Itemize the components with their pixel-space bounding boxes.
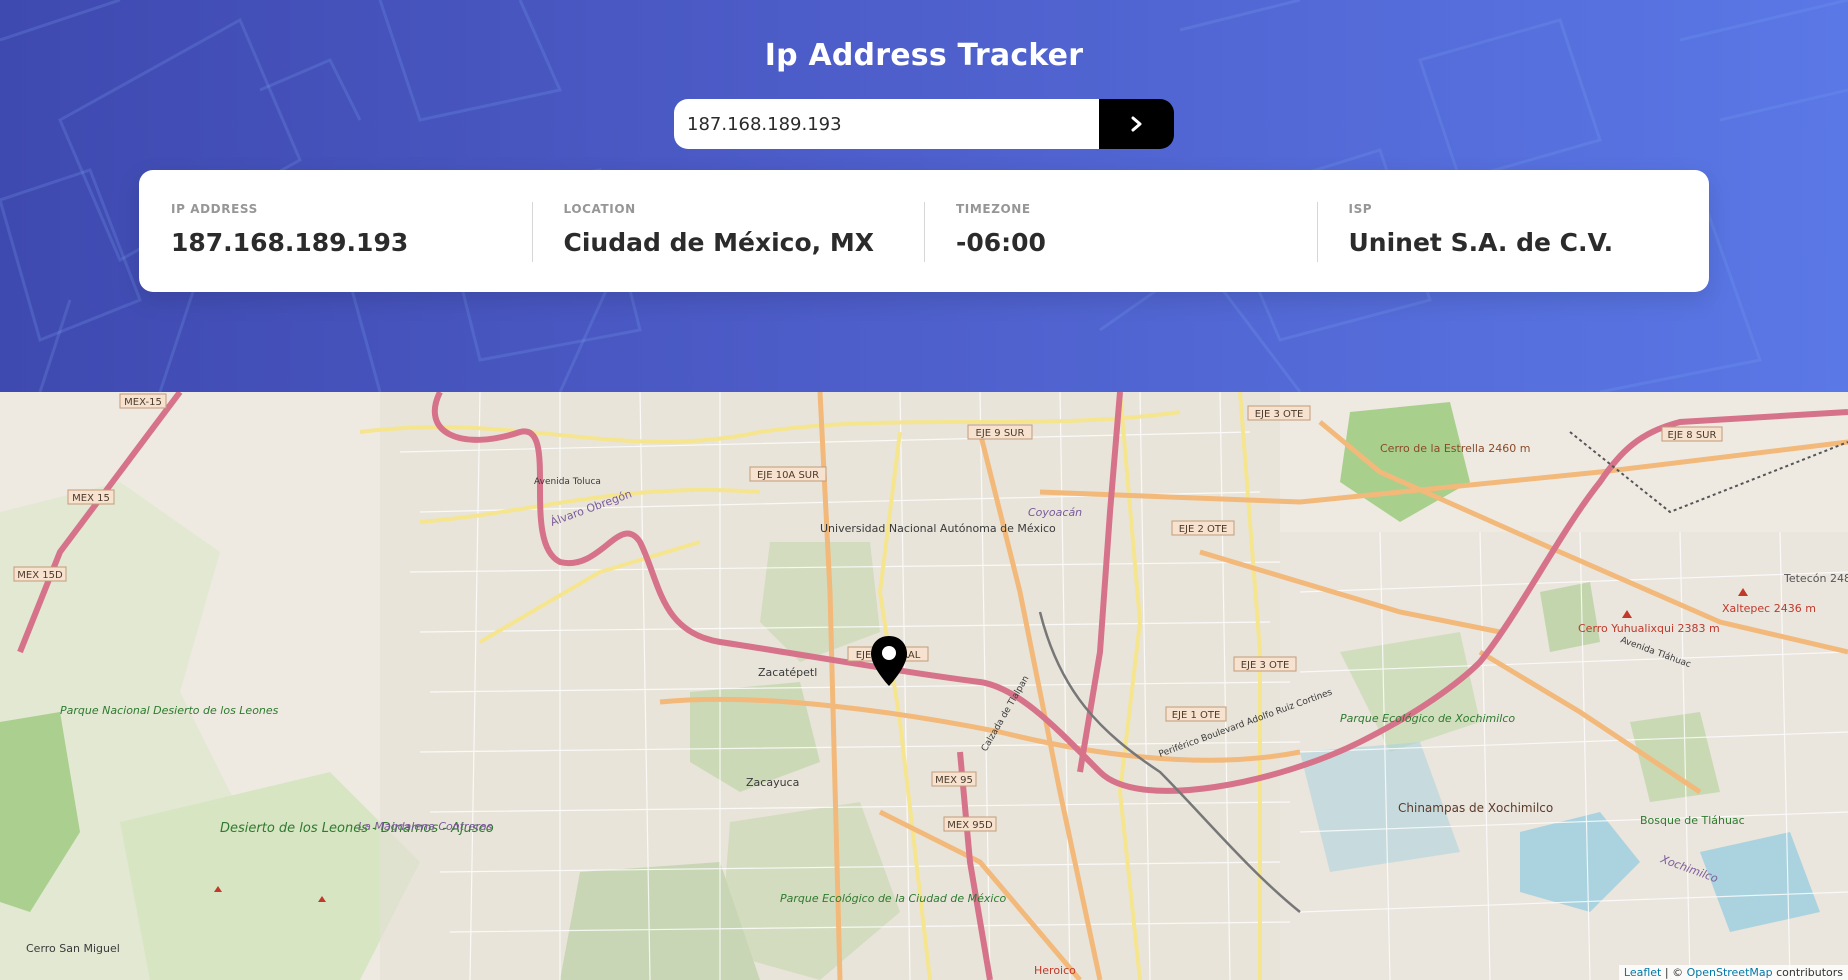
- svg-text:EJE 2 OTE: EJE 2 OTE: [1179, 524, 1228, 535]
- map-shield-eje8sur: EJE 8 SUR: [1661, 426, 1723, 442]
- map-label-parque-desierto: Parque Nacional Desierto de los Leones: [60, 704, 279, 717]
- ip-search-form: [674, 99, 1174, 149]
- map-label-zacayuca: Zacayuca: [746, 776, 799, 789]
- map-shield-eje2ote: EJE 2 OTE: [1171, 520, 1235, 536]
- map-shield-mex95d: MEX 95D: [943, 816, 997, 832]
- map-shield-mex15a: MEX-15: [119, 393, 167, 409]
- timezone-cell: TIMEZONE -06:00: [924, 170, 1317, 292]
- map-label-cerro-san-miguel: Cerro San Miguel: [26, 942, 120, 955]
- map-label-coyoacan: Coyoacán: [1028, 506, 1082, 519]
- map-label-zacatepetl: Zacatépetl: [758, 666, 817, 679]
- chevron-right-icon: [1131, 116, 1141, 132]
- map-shield-mex15b: MEX 15: [67, 489, 115, 505]
- map-label-unam: Universidad Nacional Autónoma de México: [820, 522, 1056, 535]
- svg-text:EJE 9 SUR: EJE 9 SUR: [976, 428, 1025, 439]
- openstreetmap-link[interactable]: OpenStreetMap: [1687, 966, 1773, 979]
- svg-text:MEX 15: MEX 15: [72, 493, 110, 504]
- search-submit-button[interactable]: [1099, 99, 1174, 149]
- isp-cell: ISP Uninet S.A. de C.V.: [1316, 170, 1710, 292]
- map-shield-eje3ote-top: EJE 3 OTE: [1247, 405, 1311, 421]
- map-tiles: MEX-15 MEX 15 MEX 15D EJE 10A SUR EJE 9 …: [0, 392, 1848, 980]
- map-attribution: Leaflet | © OpenStreetMap contributors: [1618, 965, 1848, 980]
- ip-address-label: IP ADDRESS: [171, 202, 258, 216]
- ip-search-input[interactable]: [674, 99, 1099, 149]
- location-cell: LOCATION Ciudad de México, MX: [531, 170, 925, 292]
- map-label-cerro-yuhualixqui: Cerro Yuhualixqui 2383 m: [1578, 622, 1720, 635]
- svg-text:EJE 3 OTE: EJE 3 OTE: [1255, 409, 1304, 420]
- timezone-value: -06:00: [956, 228, 1046, 257]
- svg-text:MEX 15D: MEX 15D: [17, 570, 63, 581]
- map-label-heroico: Heroico: [1034, 964, 1076, 977]
- map-label-tetecon: Tetecón 2480 m: [1783, 572, 1848, 585]
- map-label-chinampas: Chinampas de Xochimilco: [1398, 801, 1553, 815]
- map-label-avenida-toluca: Avenida Toluca: [534, 477, 601, 487]
- leaflet-link[interactable]: Leaflet: [1624, 966, 1661, 979]
- map-label-bosque-tlahuac: Bosque de Tláhuac: [1640, 814, 1745, 827]
- svg-text:EJE 8 SUR: EJE 8 SUR: [1668, 430, 1717, 441]
- map-label-parque-cdmx: Parque Ecológico de la Ciudad de México: [780, 892, 1007, 905]
- svg-text:EJE 10A SUR: EJE 10A SUR: [757, 470, 819, 481]
- map-shield-mex95: MEX 95: [931, 771, 977, 787]
- map-label-cerro-estrella: Cerro de la Estrella 2460 m: [1380, 442, 1530, 455]
- svg-text:MEX 95D: MEX 95D: [947, 820, 993, 831]
- isp-value: Uninet S.A. de C.V.: [1348, 228, 1614, 257]
- svg-text:MEX-15: MEX-15: [124, 397, 162, 408]
- map-shield-eje9sur: EJE 9 SUR: [967, 424, 1033, 440]
- svg-text:MEX 95: MEX 95: [935, 775, 973, 786]
- location-label: LOCATION: [563, 202, 636, 216]
- map-shield-eje3ote-mid: EJE 3 OTE: [1233, 656, 1297, 672]
- svg-text:EJE 3 OTE: EJE 3 OTE: [1241, 660, 1290, 671]
- map-label-parque-xochimilco: Parque Ecológico de Xochimilco: [1340, 712, 1515, 725]
- map-label-xaltepec: Xaltepec 2436 m: [1722, 602, 1816, 615]
- map-view[interactable]: MEX-15 MEX 15 MEX 15D EJE 10A SUR EJE 9 …: [0, 392, 1848, 980]
- page-title: Ip Address Tracker: [764, 38, 1084, 73]
- map-label-magdalena: La Magdalena Contreras: [358, 820, 493, 833]
- svg-text:EJE 1 OTE: EJE 1 OTE: [1172, 710, 1221, 721]
- map-shield-eje10asur: EJE 10A SUR: [749, 466, 827, 482]
- location-value: Ciudad de México, MX: [563, 228, 875, 257]
- timezone-label: TIMEZONE: [956, 202, 1031, 216]
- ip-address-value: 187.168.189.193: [171, 228, 409, 257]
- map-shield-mex15d: MEX 15D: [13, 566, 67, 582]
- ip-info-card: IP ADDRESS 187.168.189.193 LOCATION Ciud…: [139, 170, 1709, 292]
- location-pin-icon[interactable]: [869, 634, 909, 688]
- attribution-separator: | ©: [1661, 966, 1687, 979]
- ip-address-cell: IP ADDRESS 187.168.189.193: [139, 170, 532, 292]
- attribution-suffix: contributors: [1772, 966, 1843, 979]
- isp-label: ISP: [1348, 202, 1373, 216]
- map-shield-eje1ote: EJE 1 OTE: [1165, 706, 1227, 722]
